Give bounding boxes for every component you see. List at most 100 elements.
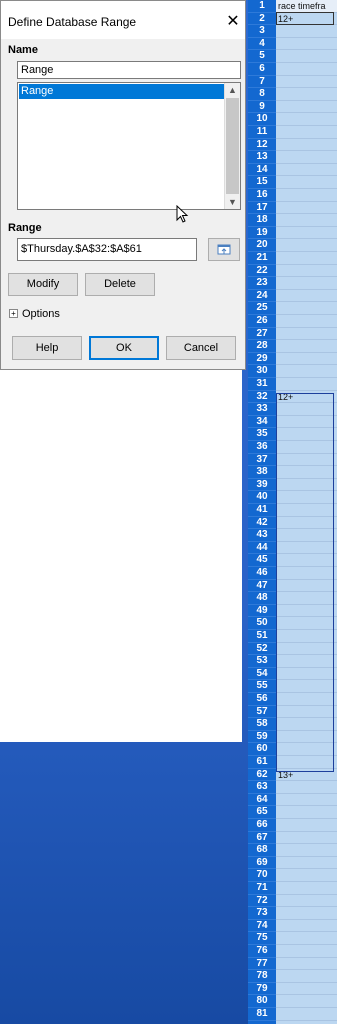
row-header[interactable]: 13 bbox=[248, 151, 276, 164]
row-header[interactable]: 72 bbox=[248, 895, 276, 908]
row-header[interactable]: 71 bbox=[248, 882, 276, 895]
row-header[interactable]: 18 bbox=[248, 214, 276, 227]
row-header[interactable]: 57 bbox=[248, 706, 276, 719]
row-header[interactable]: 69 bbox=[248, 857, 276, 870]
row-header[interactable]: 43 bbox=[248, 529, 276, 542]
row-header[interactable]: 70 bbox=[248, 869, 276, 882]
row-header[interactable]: 75 bbox=[248, 932, 276, 945]
cell[interactable] bbox=[276, 202, 337, 215]
cell[interactable] bbox=[276, 844, 337, 857]
cell[interactable] bbox=[276, 794, 337, 807]
cell[interactable] bbox=[276, 819, 337, 832]
row-header[interactable]: 39 bbox=[248, 479, 276, 492]
cell[interactable] bbox=[276, 88, 337, 101]
row-header[interactable]: 31 bbox=[248, 378, 276, 391]
cell[interactable] bbox=[276, 25, 337, 38]
row-header[interactable]: 16 bbox=[248, 189, 276, 202]
row-header[interactable]: 65 bbox=[248, 806, 276, 819]
row-header[interactable]: 55 bbox=[248, 680, 276, 693]
cell[interactable] bbox=[276, 958, 337, 971]
modify-button[interactable]: Modify bbox=[8, 273, 78, 296]
cell[interactable] bbox=[276, 869, 337, 882]
row-header[interactable]: 46 bbox=[248, 567, 276, 580]
row-header[interactable]: 30 bbox=[248, 365, 276, 378]
row-header[interactable]: 44 bbox=[248, 542, 276, 555]
cell[interactable] bbox=[276, 189, 337, 202]
options-label[interactable]: Options bbox=[22, 308, 60, 320]
row-header[interactable]: 25 bbox=[248, 302, 276, 315]
row-header[interactable]: 35 bbox=[248, 428, 276, 441]
cell[interactable] bbox=[276, 781, 337, 794]
cell[interactable] bbox=[276, 139, 337, 152]
row-header[interactable]: 45 bbox=[248, 554, 276, 567]
cell[interactable] bbox=[276, 50, 337, 63]
cell[interactable] bbox=[276, 365, 337, 378]
row-header[interactable]: 2 bbox=[248, 13, 276, 26]
row-header[interactable]: 42 bbox=[248, 517, 276, 530]
cell[interactable] bbox=[276, 113, 337, 126]
cell[interactable] bbox=[276, 76, 337, 89]
cell[interactable] bbox=[276, 277, 337, 290]
cell[interactable] bbox=[276, 227, 337, 240]
cell[interactable] bbox=[276, 983, 337, 996]
ok-button[interactable]: OK bbox=[89, 336, 159, 360]
cell[interactable] bbox=[276, 806, 337, 819]
cell[interactable] bbox=[276, 214, 337, 227]
row-header[interactable]: 22 bbox=[248, 265, 276, 278]
row-header[interactable]: 21 bbox=[248, 252, 276, 265]
row-header[interactable]: 33 bbox=[248, 403, 276, 416]
cell[interactable] bbox=[276, 995, 337, 1008]
row-header[interactable]: 80 bbox=[248, 995, 276, 1008]
row-header[interactable]: 4 bbox=[248, 38, 276, 51]
row-header[interactable]: 62 bbox=[248, 769, 276, 782]
cancel-button[interactable]: Cancel bbox=[166, 336, 236, 360]
row-header[interactable]: 8 bbox=[248, 88, 276, 101]
row-header[interactable]: 9 bbox=[248, 101, 276, 114]
row-header[interactable]: 19 bbox=[248, 227, 276, 240]
row-header[interactable]: 41 bbox=[248, 504, 276, 517]
row-header[interactable]: 48 bbox=[248, 592, 276, 605]
cell[interactable] bbox=[276, 970, 337, 983]
chevron-up-icon[interactable]: ▲ bbox=[225, 83, 240, 97]
chevron-down-icon[interactable]: ▼ bbox=[225, 195, 240, 209]
cell[interactable] bbox=[276, 945, 337, 958]
cell[interactable] bbox=[276, 1008, 337, 1021]
row-header[interactable]: 3 bbox=[248, 25, 276, 38]
cell[interactable] bbox=[276, 63, 337, 76]
row-header[interactable]: 78 bbox=[248, 970, 276, 983]
help-button[interactable]: Help bbox=[12, 336, 82, 360]
row-header[interactable]: 40 bbox=[248, 491, 276, 504]
row-header[interactable]: 29 bbox=[248, 353, 276, 366]
expand-icon[interactable]: + bbox=[9, 309, 18, 318]
cell[interactable] bbox=[276, 101, 337, 114]
row-header[interactable]: 38 bbox=[248, 466, 276, 479]
row-header[interactable]: 20 bbox=[248, 239, 276, 252]
range-list[interactable]: Range ▲ ▼ bbox=[17, 82, 241, 210]
row-header[interactable]: 11 bbox=[248, 126, 276, 139]
row-header[interactable]: 64 bbox=[248, 794, 276, 807]
cell[interactable] bbox=[276, 932, 337, 945]
cell[interactable] bbox=[276, 832, 337, 845]
row-header[interactable]: 68 bbox=[248, 844, 276, 857]
cell[interactable] bbox=[276, 265, 337, 278]
row-header[interactable]: 36 bbox=[248, 441, 276, 454]
row-header[interactable]: 54 bbox=[248, 668, 276, 681]
row-header[interactable]: 15 bbox=[248, 176, 276, 189]
row-header[interactable]: 67 bbox=[248, 832, 276, 845]
row-header[interactable]: 74 bbox=[248, 920, 276, 933]
row-header[interactable]: 28 bbox=[248, 340, 276, 353]
row-header[interactable]: 56 bbox=[248, 693, 276, 706]
row-header[interactable]: 34 bbox=[248, 416, 276, 429]
row-header[interactable]: 63 bbox=[248, 781, 276, 794]
cell[interactable] bbox=[276, 151, 337, 164]
spreadsheet[interactable]: 1 2 3 4 5 6 7 8 9 10 11 12 13 14 15 16 17 18 19 20 21 22 23 24 2… bbox=[248, 0, 337, 1024]
cell[interactable] bbox=[276, 252, 337, 265]
row-header[interactable]: 59 bbox=[248, 731, 276, 744]
row-header[interactable]: 7 bbox=[248, 76, 276, 89]
row-header[interactable]: 61 bbox=[248, 756, 276, 769]
row-header[interactable]: 10 bbox=[248, 113, 276, 126]
row-header[interactable]: 47 bbox=[248, 580, 276, 593]
row-header[interactable]: 26 bbox=[248, 315, 276, 328]
row-header[interactable]: 76 bbox=[248, 945, 276, 958]
close-icon[interactable]: ✕ bbox=[225, 11, 241, 31]
